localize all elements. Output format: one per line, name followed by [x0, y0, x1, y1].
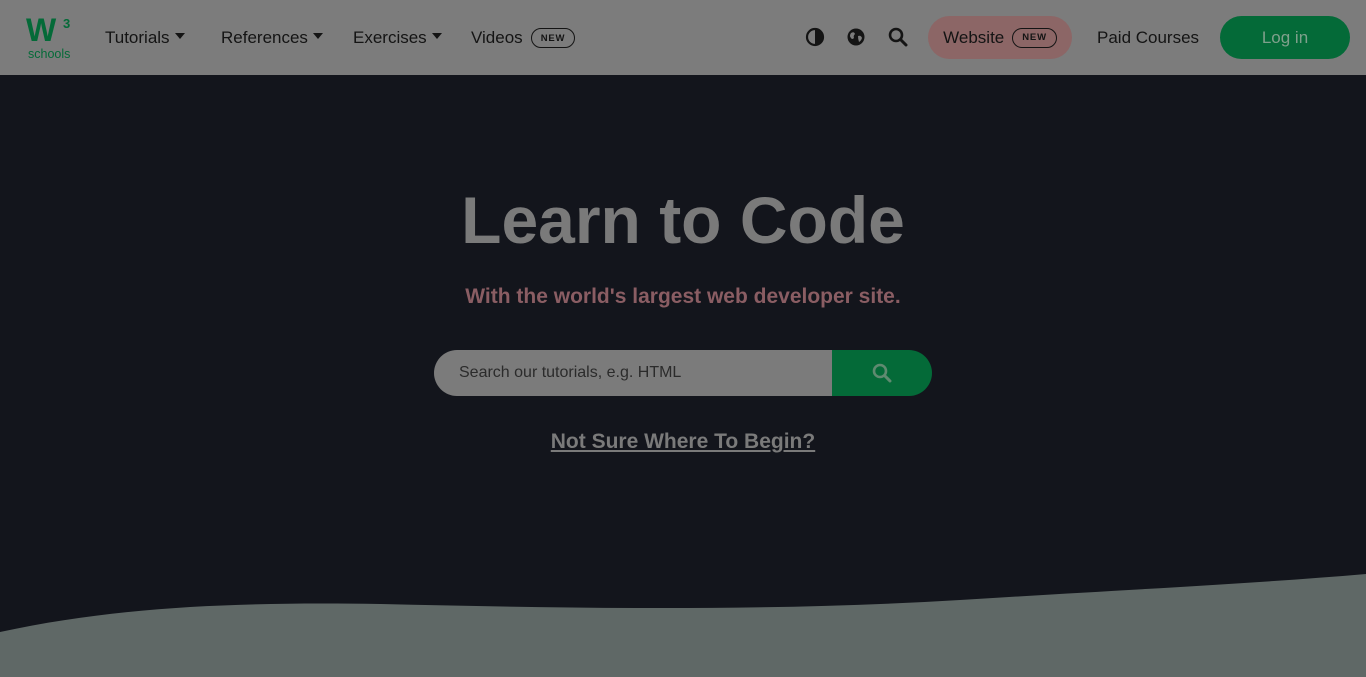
nav-videos-label: Videos [471, 28, 523, 47]
search-icon[interactable] [887, 26, 909, 48]
hero-title: Learn to Code [461, 183, 905, 257]
nav-tutorials-label: Tutorials [105, 28, 170, 47]
nav-videos[interactable]: Videos NEW [471, 24, 576, 52]
nav-exercises[interactable]: Exercises [353, 24, 442, 52]
globe-icon[interactable] [845, 26, 867, 48]
w3schools-logo[interactable]: W 3 schools [26, 12, 78, 62]
contrast-icon[interactable] [804, 26, 826, 48]
nav-exercises-label: Exercises [353, 28, 427, 47]
login-button[interactable]: Log in [1220, 16, 1350, 59]
search-submit-button[interactable] [832, 350, 932, 396]
logo-mark-icon: W 3 schools [26, 12, 70, 61]
wave-divider [0, 574, 1366, 677]
not-sure-where-to-begin-link[interactable]: Not Sure Where To Begin? [551, 430, 815, 453]
nav-tutorials[interactable]: Tutorials [105, 24, 185, 52]
website-button[interactable]: Website NEW [928, 16, 1072, 59]
top-navigation-bar: W 3 schools Tutorials References Exercis… [0, 0, 1366, 75]
tutorial-search-input[interactable] [434, 350, 832, 396]
nav-references-label: References [221, 28, 308, 47]
caret-down-icon [312, 33, 323, 39]
begin-link-container: Not Sure Where To Begin? [0, 430, 1366, 454]
new-badge: NEW [530, 28, 576, 48]
caret-down-icon [174, 33, 185, 39]
svg-text:3: 3 [63, 16, 70, 31]
nav-references[interactable]: References [221, 24, 323, 52]
caret-down-icon [431, 33, 442, 39]
paid-courses-link[interactable]: Paid Courses [1097, 24, 1199, 52]
svg-text:W: W [26, 14, 57, 48]
svg-text:schools: schools [28, 47, 70, 61]
website-label: Website [943, 27, 1005, 47]
search-icon [872, 363, 892, 383]
hero-subtitle: With the world's largest web developer s… [465, 285, 901, 308]
new-badge: NEW [1012, 27, 1057, 48]
